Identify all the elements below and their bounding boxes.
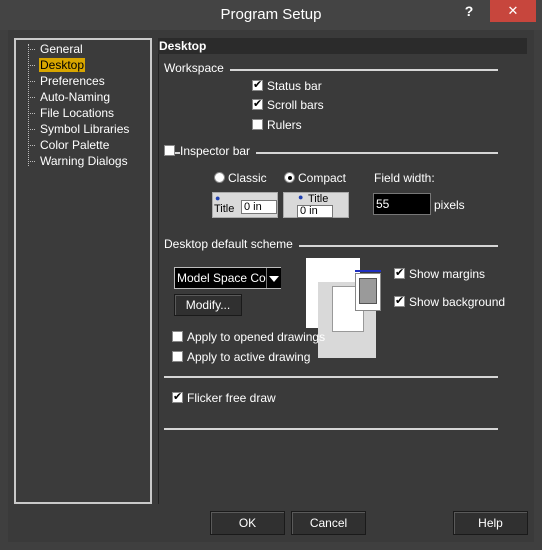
tree-item-preferences[interactable]: Preferences [28, 73, 106, 89]
apply-active-checkbox[interactable] [172, 351, 183, 362]
panel-title: Desktop [158, 38, 527, 54]
rulers-checkbox[interactable] [252, 119, 263, 130]
flicker-free-checkbox[interactable] [172, 390, 183, 403]
status-bar-checkbox[interactable] [252, 78, 263, 91]
tree-item-warning-dialogs[interactable]: Warning Dialogs [28, 153, 129, 169]
show-margins-checkbox[interactable] [394, 266, 405, 279]
tree-item-file-locations[interactable]: File Locations [27, 105, 115, 121]
status-bar-label: Status bar [267, 79, 322, 93]
tree-item-general[interactable]: General [28, 41, 84, 57]
help-button[interactable]: Help [453, 511, 528, 535]
compact-radio[interactable] [284, 172, 295, 183]
pin-icon: ● [298, 192, 304, 202]
modify-button[interactable]: Modify... [174, 294, 242, 316]
field-width-unit: pixels [434, 198, 465, 212]
tree-item-auto-naming[interactable]: Auto-Naming [27, 89, 111, 105]
inspector-bar-label: Inspector bar [180, 144, 257, 158]
compact-label: Compact [298, 171, 347, 185]
classic-label: Classic [228, 171, 267, 185]
show-background-label: Show background [409, 295, 506, 309]
apply-opened-label: Apply to opened drawings [187, 330, 326, 344]
chevron-down-icon[interactable] [266, 268, 281, 288]
scheme-dropdown-value: Model Space Colo [177, 271, 276, 285]
cancel-button[interactable]: Cancel [291, 511, 366, 535]
tree-item-desktop[interactable]: Desktop [27, 57, 86, 73]
pin-icon: ● [215, 193, 221, 203]
tree-connector [28, 44, 29, 166]
tree-item-color-palette[interactable]: Color Palette [27, 137, 110, 153]
compact-preview-title: Title [308, 193, 329, 205]
rulers-label: Rulers [267, 118, 302, 132]
scheme-label: Desktop default scheme [164, 237, 299, 251]
workspace-label: Workspace [164, 61, 230, 75]
field-width-input[interactable]: 55 [373, 193, 431, 215]
scheme-dropdown[interactable]: Model Space Colo [174, 267, 281, 289]
show-margins-label: Show margins [409, 267, 486, 281]
flicker-divider-bottom [164, 428, 498, 430]
classic-preview[interactable]: ● Title 0 in [212, 192, 278, 218]
flicker-divider-top [164, 376, 498, 378]
classic-preview-title: Title [214, 203, 235, 215]
compact-preview[interactable]: ● Title 0 in [283, 192, 349, 218]
field-width-label: Field width: [374, 171, 435, 185]
scroll-bars-checkbox[interactable] [252, 97, 263, 110]
apply-active-label: Apply to active drawing [187, 350, 311, 364]
show-background-checkbox[interactable] [394, 294, 405, 307]
close-button[interactable]: ✕ [490, 0, 536, 22]
classic-preview-field: 0 in [241, 200, 277, 214]
tree-item-symbol-libraries[interactable]: Symbol Libraries [27, 121, 130, 137]
inspector-bar-checkbox[interactable] [164, 145, 175, 156]
apply-opened-checkbox[interactable] [172, 331, 183, 342]
classic-radio[interactable] [214, 172, 225, 183]
titlebar-help-button[interactable]: ? [455, 0, 483, 22]
ok-button[interactable]: OK [210, 511, 285, 535]
scroll-bars-label: Scroll bars [267, 98, 324, 112]
compact-preview-field: 0 in [297, 205, 333, 218]
flicker-free-label: Flicker free draw [187, 391, 276, 405]
